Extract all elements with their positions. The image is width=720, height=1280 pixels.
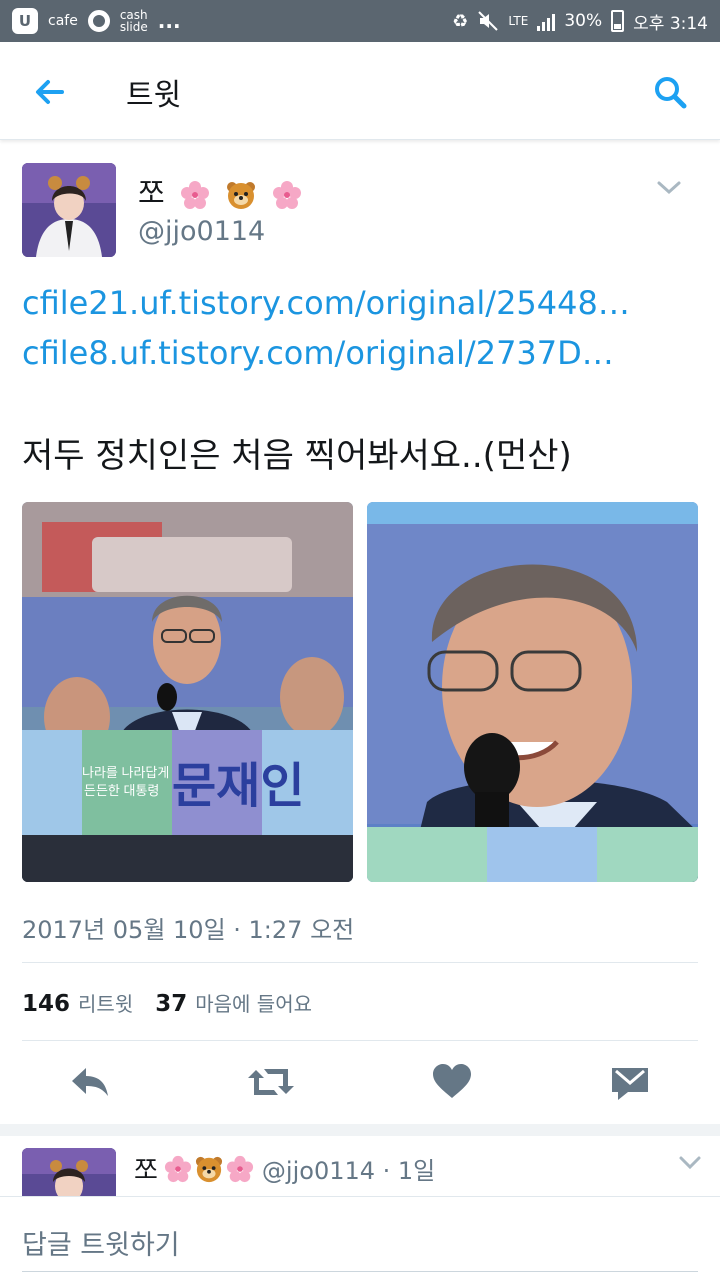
status-app-cafe: cafe — [48, 13, 78, 29]
status-more: ... — [157, 9, 181, 33]
divider — [22, 1040, 698, 1041]
author-name[interactable]: 쪼 — [138, 170, 302, 212]
banner-small-text: 든든한 대통령 — [84, 783, 159, 798]
tweet-text: 저두 정치인은 처음 찍어봐서요..(먼산) — [22, 436, 572, 476]
bear-face-icon — [195, 1156, 222, 1182]
retweet-label[interactable]: 리트윗 — [78, 988, 133, 1017]
notification-circle-icon — [87, 10, 110, 32]
status-app-cashslide: cash slide — [119, 8, 148, 34]
signal-icon — [537, 11, 556, 31]
cherry-blossom-icon — [164, 1155, 191, 1182]
page-title: 트윗 — [126, 78, 182, 113]
tweet-timestamp: 2017년 05월 10일 · 1:27 오전 — [22, 916, 355, 944]
status-time: 오후 3:14 — [633, 13, 708, 34]
cherry-blossom-icon — [226, 1155, 253, 1182]
recycle-icon: ♻ — [452, 10, 469, 32]
retweet-icon[interactable] — [246, 1062, 296, 1102]
app-bar: 트윗 — [0, 42, 720, 140]
tweet-stats: 146 리트윗 37 마음에 들어요 — [22, 988, 334, 1017]
mute-icon — [478, 11, 499, 31]
tweet-photo[interactable] — [367, 502, 698, 882]
avatar[interactable] — [22, 163, 116, 257]
cherry-blossom-icon — [273, 181, 302, 209]
heart-icon[interactable] — [430, 1062, 474, 1102]
reply-meta: @jjo0114 · 1일 — [261, 1157, 436, 1185]
reply-compose-bar[interactable]: 답글 트윗하기 — [0, 1196, 720, 1280]
reply-input[interactable]: 답글 트윗하기 — [22, 1223, 180, 1262]
battery-percent: 30% — [564, 11, 603, 31]
like-label[interactable]: 마음에 들어요 — [195, 988, 312, 1017]
chevron-down-icon[interactable] — [678, 1154, 702, 1172]
section-gap — [0, 1124, 720, 1136]
divider — [22, 962, 698, 963]
reply-author-name[interactable]: 쪼 — [134, 1150, 158, 1187]
banner-small-text: 나라를 나라답게 — [82, 765, 169, 780]
like-count[interactable]: 37 — [155, 991, 187, 1017]
bear-face-icon — [227, 182, 256, 209]
network-type: LTE — [508, 14, 529, 28]
input-underline — [22, 1271, 698, 1272]
search-icon[interactable] — [650, 72, 690, 112]
arrow-left-icon[interactable] — [30, 72, 70, 112]
message-icon[interactable] — [610, 1062, 650, 1102]
reply-icon[interactable] — [68, 1062, 112, 1102]
tweet-link[interactable]: cfile21.uf.tistory.com/original/25448… — [22, 284, 630, 322]
app-logo-icon: U — [12, 8, 38, 34]
author-handle[interactable]: @jjo0114 — [138, 216, 265, 247]
battery-icon — [611, 10, 625, 32]
tweet-link[interactable]: cfile8.uf.tistory.com/original/2737D… — [22, 334, 614, 372]
reply-header: 쪼 @jjo0114 · 1일 — [134, 1150, 435, 1187]
retweet-count[interactable]: 146 — [22, 991, 70, 1017]
banner-name-text: 문재인 — [172, 760, 304, 813]
cherry-blossom-icon — [180, 181, 209, 209]
chevron-down-icon[interactable] — [655, 178, 683, 198]
tweet-photo[interactable]: 나라를 나라답게 든든한 대통령 문재인 — [22, 502, 353, 882]
status-bar: U cafe cash slide ... ♻ LTE 30% 오후 3:14 — [0, 0, 720, 42]
